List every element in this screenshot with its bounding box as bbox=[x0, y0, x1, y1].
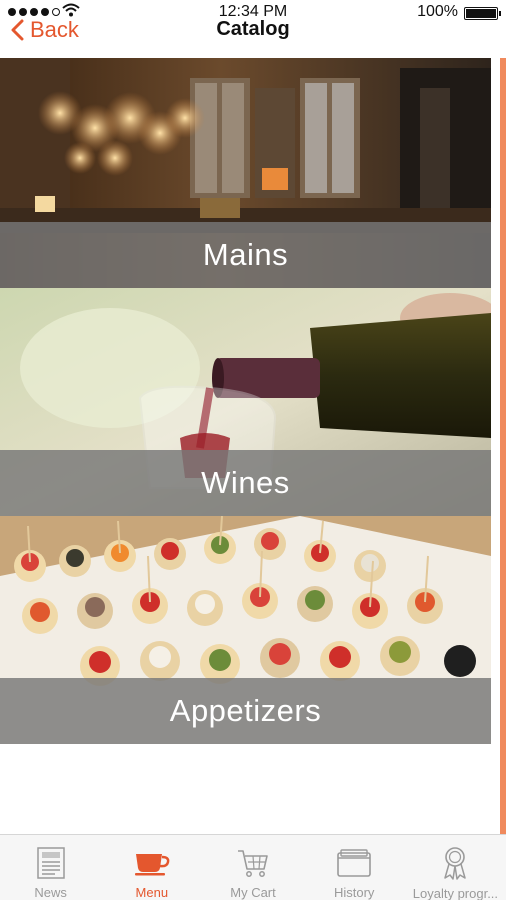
tab-news[interactable]: News bbox=[0, 835, 101, 900]
catalog-item-label: Appetizers bbox=[169, 693, 322, 728]
cup-icon bbox=[134, 853, 170, 875]
page-title: Catalog bbox=[216, 18, 290, 40]
scroll-indicator bbox=[500, 58, 506, 834]
catalog-item-appetizers[interactable]: Appetizers bbox=[0, 516, 491, 744]
navigation-bar: Back Catalog bbox=[0, 17, 506, 58]
cart-icon bbox=[238, 849, 268, 877]
tab-label: My Cart bbox=[230, 885, 276, 900]
tab-bar: News Menu My Cart History Loyalty progr.… bbox=[0, 834, 506, 900]
catalog-item-wines[interactable]: Wines bbox=[0, 288, 491, 516]
catalog-list: Mains Wines Appetizers bbox=[0, 58, 491, 744]
newspaper-icon bbox=[36, 846, 65, 879]
award-ribbon-icon bbox=[444, 847, 467, 880]
catalog-item-mains[interactable]: Mains bbox=[0, 58, 491, 288]
catalog-item-caption-band: Mains bbox=[0, 222, 491, 288]
catalog-item-label: Mains bbox=[202, 237, 289, 272]
tab-loyalty-program[interactable]: Loyalty progr... bbox=[405, 835, 506, 900]
catalog-item-caption-band: Appetizers bbox=[0, 678, 491, 744]
tab-label: News bbox=[34, 885, 67, 900]
tab-label: Menu bbox=[135, 885, 169, 900]
catalog-item-caption-band: Wines bbox=[0, 450, 491, 516]
tab-my-cart[interactable]: My Cart bbox=[202, 835, 303, 900]
folder-icon bbox=[337, 848, 372, 877]
tab-history[interactable]: History bbox=[304, 835, 405, 900]
tab-menu[interactable]: Menu bbox=[101, 835, 202, 900]
tab-label: History bbox=[333, 885, 375, 900]
catalog-item-label: Wines bbox=[201, 465, 290, 500]
tab-label: Loyalty progr... bbox=[412, 886, 499, 900]
